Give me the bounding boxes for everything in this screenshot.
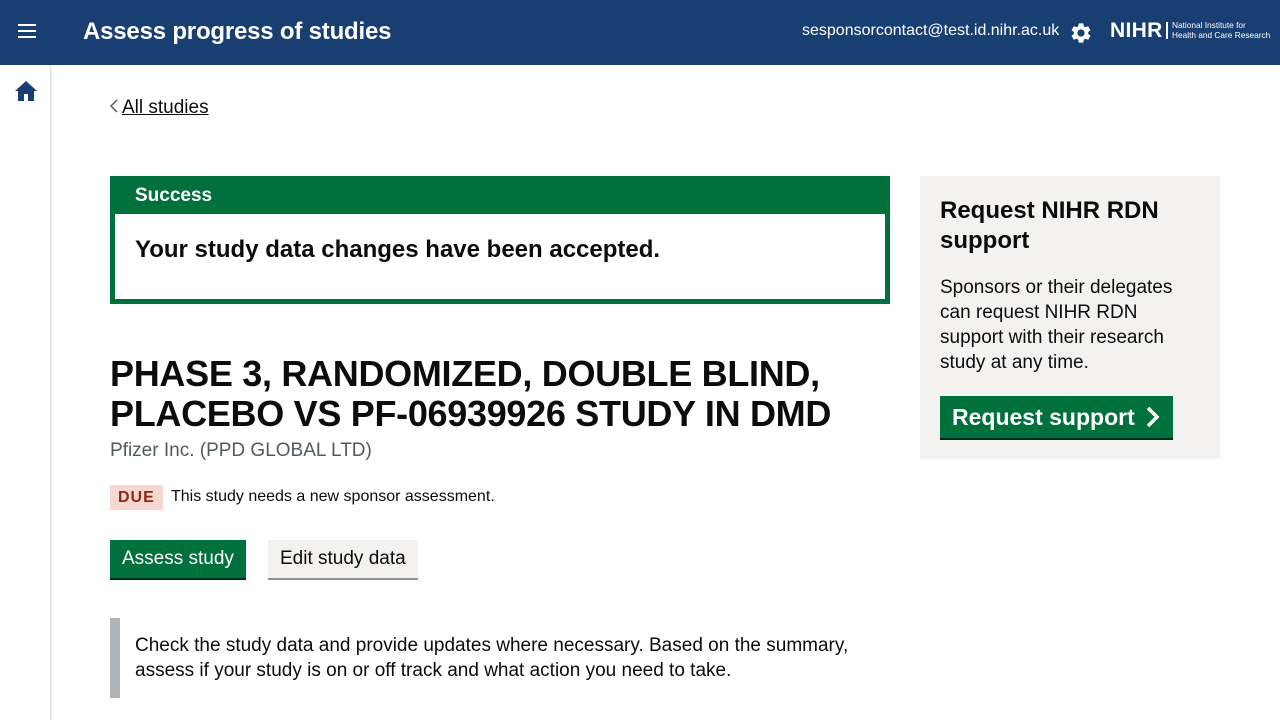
logo-subtitle: National Institute for Health and Care R… bbox=[1172, 20, 1271, 40]
study-sponsor: Pfizer Inc. (PPD GLOBAL LTD) bbox=[110, 440, 372, 461]
support-panel: Request NIHR RDN support Sponsors or the… bbox=[920, 176, 1220, 459]
inset-text-block: Check the study data and provide updates… bbox=[110, 618, 890, 698]
panel-text: Sponsors or their delegates can request … bbox=[940, 277, 1173, 373]
logo-wordmark: NIHR bbox=[1110, 19, 1163, 42]
gear-icon[interactable] bbox=[1069, 21, 1093, 45]
logo-divider bbox=[1166, 22, 1168, 39]
nihr-logo: NIHR National Institute for Health and C… bbox=[1110, 19, 1270, 43]
success-title: Success bbox=[135, 185, 213, 206]
status-badge: DUE bbox=[110, 485, 163, 510]
user-email: sesponsorcontact@test.id.nihr.ac.uk bbox=[802, 22, 1060, 39]
study-title: PHASE 3, RANDOMIZED, DOUBLE BLIND, PLACE… bbox=[110, 353, 832, 434]
chevron-left-icon bbox=[109, 97, 122, 119]
all-studies-link[interactable]: All studies bbox=[122, 97, 209, 118]
chevron-right-icon bbox=[1146, 406, 1160, 428]
home-icon[interactable] bbox=[14, 80, 38, 102]
success-banner: Success Your study data changes have bee… bbox=[110, 176, 890, 304]
request-support-button[interactable]: Request support bbox=[940, 396, 1174, 438]
logo-line-2: Health and Care Research bbox=[1172, 29, 1271, 40]
logo-line-1: National Institute for bbox=[1172, 20, 1246, 30]
panel-title: Request NIHR RDN support bbox=[940, 197, 1159, 254]
edit-study-data-button[interactable]: Edit study data bbox=[268, 540, 418, 578]
app-title: Assess progress of studies bbox=[83, 18, 392, 45]
status-text: This study needs a new sponsor assessmen… bbox=[171, 488, 495, 505]
menu-icon[interactable] bbox=[16, 24, 38, 42]
success-body: Your study data changes have been accept… bbox=[115, 214, 885, 299]
inset-text: Check the study data and provide updates… bbox=[135, 635, 849, 681]
sidebar bbox=[0, 65, 51, 720]
success-message: Your study data changes have been accept… bbox=[135, 236, 661, 263]
assess-study-button[interactable]: Assess study bbox=[110, 540, 246, 578]
breadcrumb: All studies bbox=[109, 97, 209, 119]
request-support-label: Request support bbox=[952, 404, 1135, 430]
app-header: Assess progress of studies sesponsorcont… bbox=[0, 0, 1280, 65]
